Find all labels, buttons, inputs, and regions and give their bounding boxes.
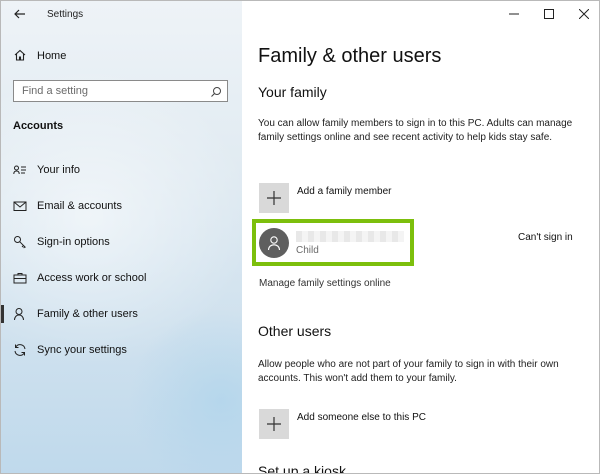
search-box[interactable]: [13, 80, 228, 102]
minimize-button[interactable]: [497, 1, 531, 27]
plus-icon: [259, 409, 289, 439]
home-nav-item[interactable]: Home: [13, 48, 66, 67]
your-family-heading: Your family: [258, 84, 327, 100]
highlight-box: [252, 219, 414, 266]
add-someone-else-label: Add someone else to this PC: [297, 412, 426, 423]
close-button[interactable]: [567, 1, 599, 27]
person-card-icon: [13, 163, 27, 177]
sidebar-item-sign-in-options[interactable]: Sign-in options: [1, 227, 242, 257]
back-arrow-icon[interactable]: [13, 7, 27, 21]
key-icon: [13, 235, 27, 249]
main-content: Family & other users Your family You can…: [242, 1, 599, 474]
manage-family-link[interactable]: Manage family settings online: [259, 278, 391, 289]
sidebar-item-sync-settings[interactable]: Sync your settings: [1, 335, 242, 365]
sidebar-item-family-other-users[interactable]: Family & other users: [1, 299, 242, 329]
plus-icon: [259, 183, 289, 213]
other-users-heading: Other users: [258, 323, 332, 339]
app-title: Settings: [47, 9, 84, 20]
minimize-icon: [509, 13, 519, 15]
sidebar-item-label: Email & accounts: [37, 200, 122, 212]
settings-window: Settings Home Accounts Your info: [0, 0, 600, 474]
briefcase-icon: [13, 271, 27, 285]
maximize-icon: [544, 9, 554, 19]
sidebar-item-email-accounts[interactable]: Email & accounts: [1, 191, 242, 221]
add-someone-else-button[interactable]: Add someone else to this PC: [259, 409, 539, 439]
mail-icon: [13, 199, 27, 213]
sidebar-item-label: Sign-in options: [37, 236, 110, 248]
maximize-button[interactable]: [532, 1, 566, 27]
sidebar-item-label: Access work or school: [37, 272, 147, 284]
person-icon: [13, 307, 27, 321]
sidebar-item-your-info[interactable]: Your info: [1, 155, 242, 185]
sidebar-item-label: Sync your settings: [37, 344, 127, 356]
close-icon: [579, 9, 589, 19]
sidebar: Settings Home Accounts Your info: [1, 1, 242, 473]
home-icon: [13, 48, 27, 67]
add-family-member-button[interactable]: Add a family member: [259, 183, 539, 213]
member-status: Can't sign in: [518, 232, 573, 243]
sidebar-item-label: Your info: [37, 164, 81, 176]
kiosk-heading: Set up a kiosk: [258, 463, 346, 474]
your-family-description: You can allow family members to sign in …: [258, 118, 573, 143]
add-family-member-label: Add a family member: [297, 186, 392, 197]
section-heading-accounts: Accounts: [13, 120, 64, 132]
sidebar-item-access-work-school[interactable]: Access work or school: [1, 263, 242, 293]
search-icon[interactable]: [210, 85, 222, 97]
sync-icon: [13, 343, 27, 357]
home-label: Home: [37, 50, 67, 62]
active-indicator: [1, 305, 4, 323]
search-input[interactable]: [14, 81, 204, 101]
page-title: Family & other users: [258, 45, 442, 67]
sidebar-item-label: Family & other users: [37, 308, 138, 320]
other-users-description: Allow people who are not part of your fa…: [258, 359, 559, 384]
